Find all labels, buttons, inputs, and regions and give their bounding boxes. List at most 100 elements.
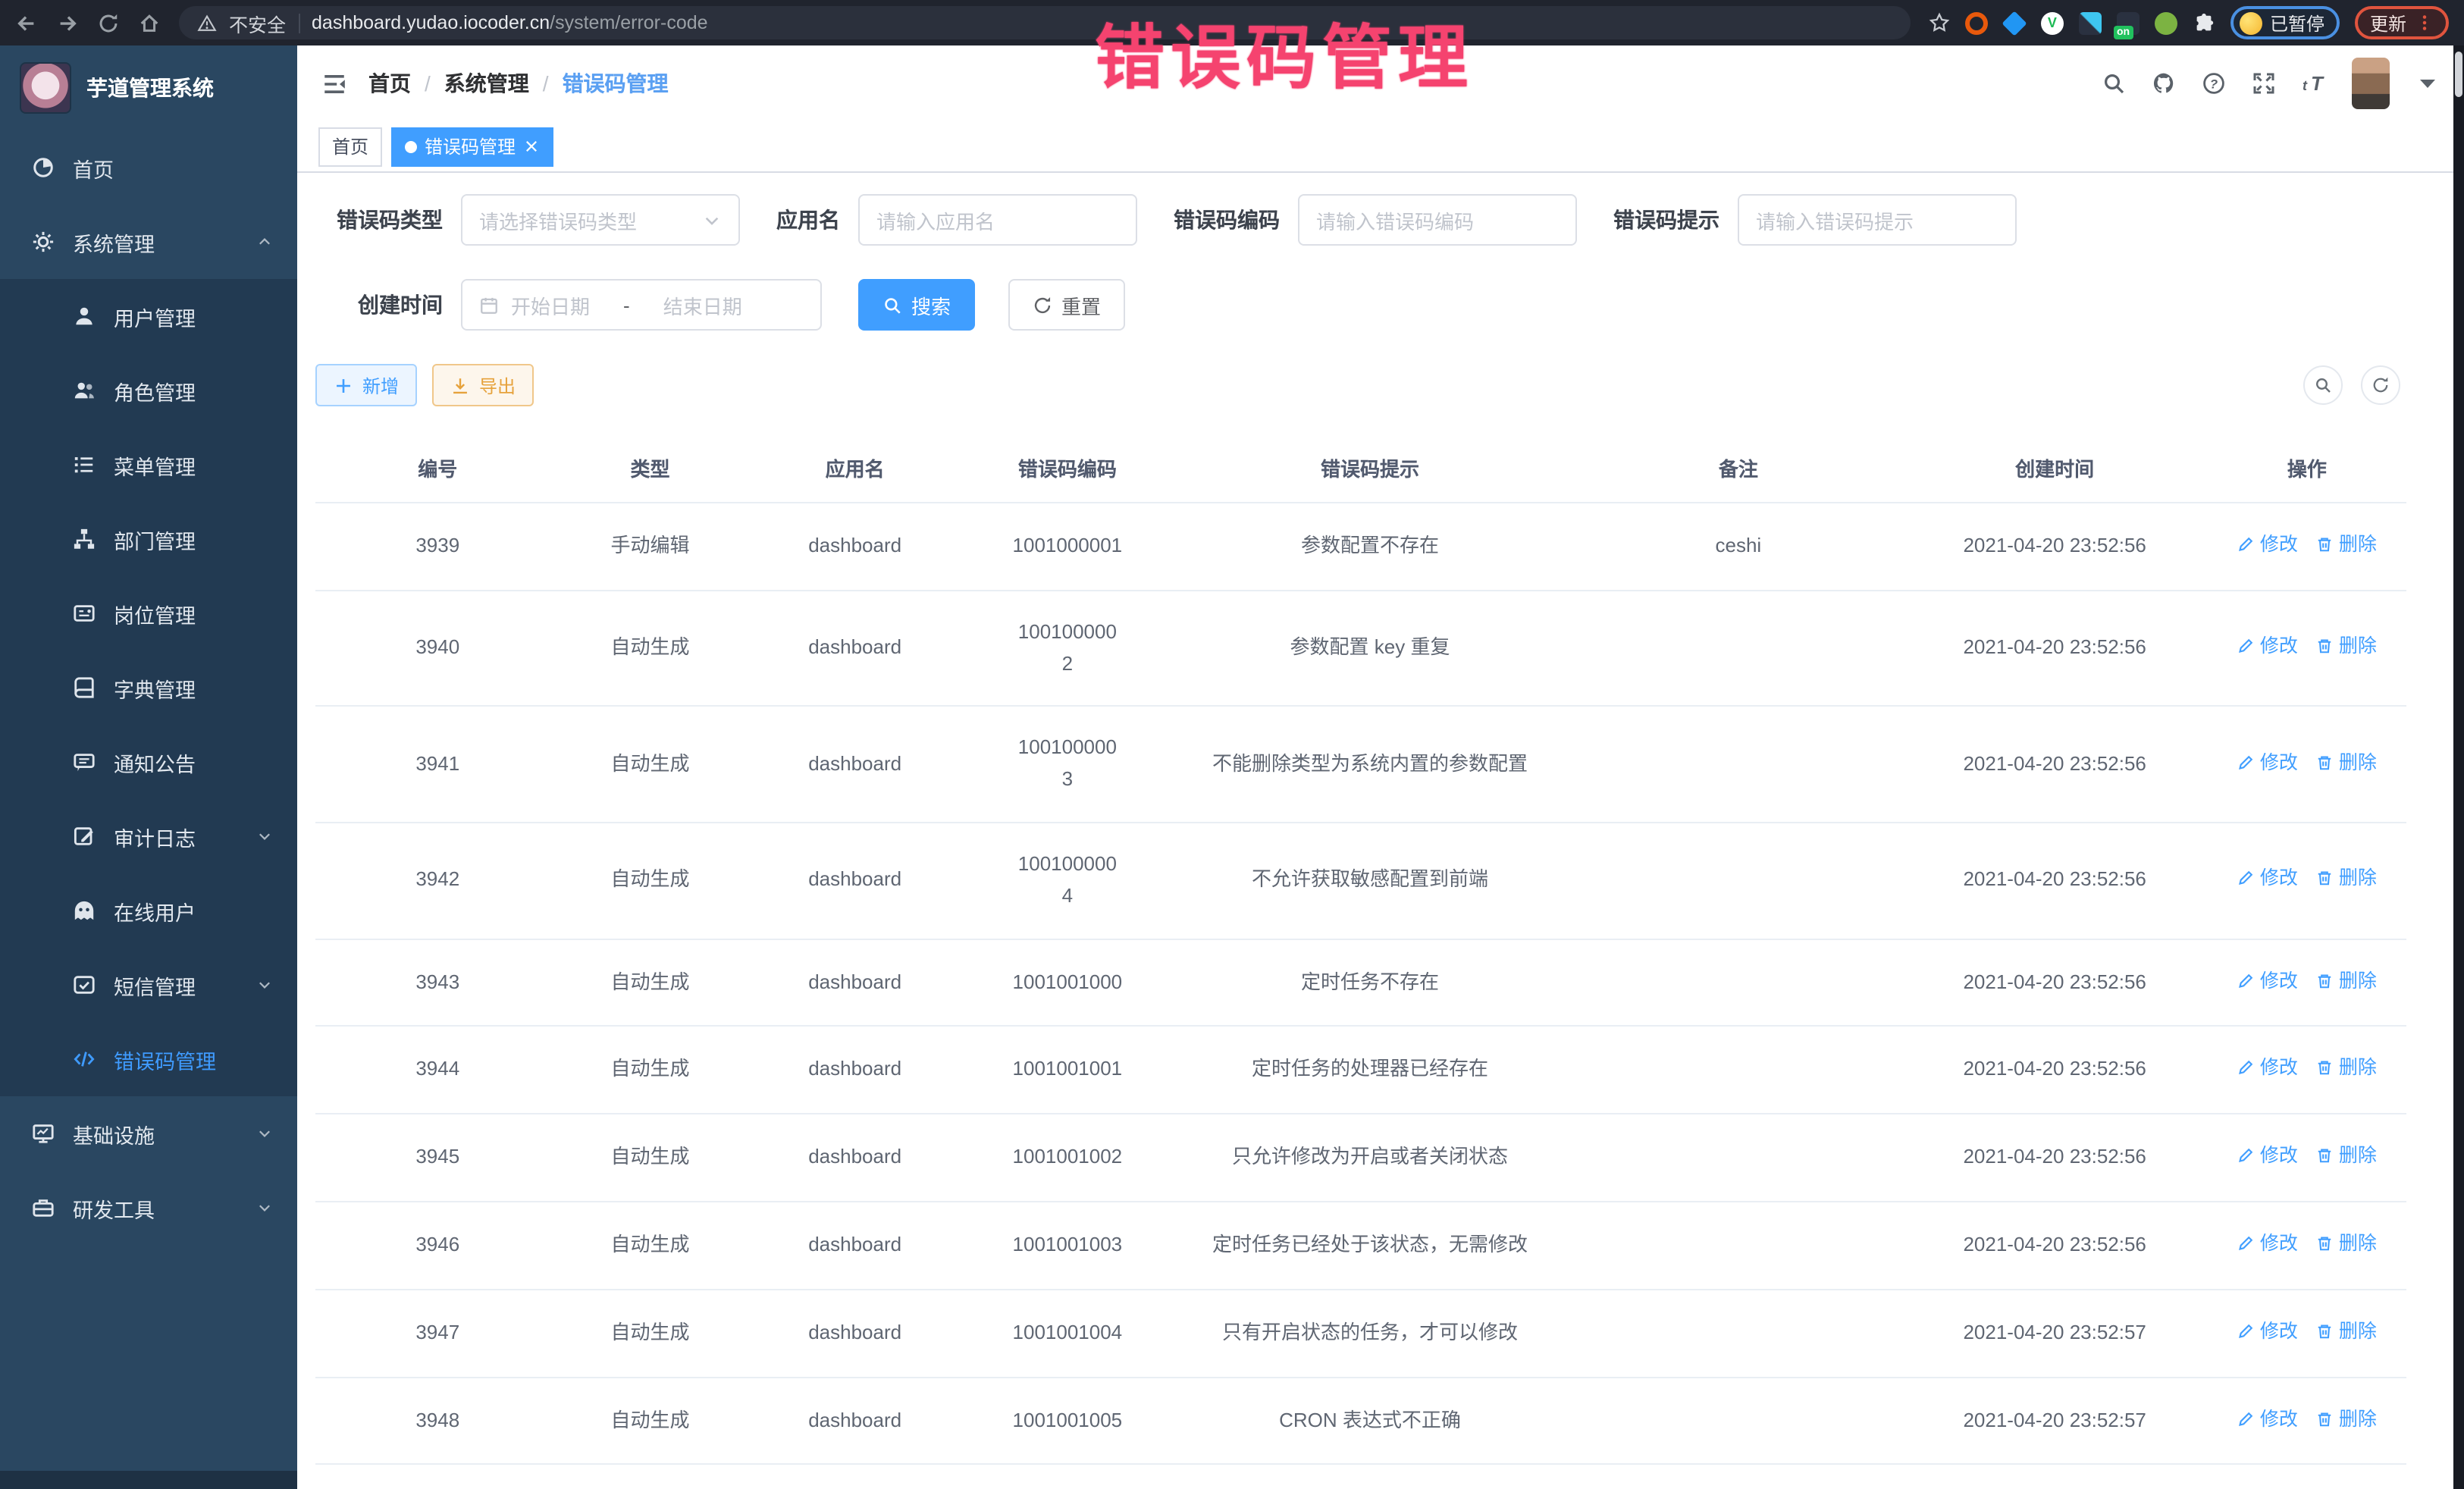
edit-link[interactable]: 修改 bbox=[2237, 1316, 2298, 1346]
extension-on-badge-icon[interactable]: on bbox=[2117, 11, 2140, 34]
edit-link[interactable]: 修改 bbox=[2237, 1228, 2298, 1259]
table-row: 3944自动生成dashboard1001001001定时任务的处理器已经存在2… bbox=[315, 1027, 2406, 1114]
edit-link[interactable]: 修改 bbox=[2237, 965, 2298, 995]
extension-grid-icon[interactable] bbox=[2079, 11, 2102, 34]
browser-right-controls: Von 已暂停 更新 bbox=[1929, 6, 2449, 39]
sidebar-item-错误码管理[interactable]: 错误码管理 bbox=[0, 1022, 297, 1096]
delete-link[interactable]: 删除 bbox=[2316, 1053, 2377, 1083]
edit-link[interactable]: 修改 bbox=[2237, 1140, 2298, 1171]
sidebar-item-通知公告[interactable]: 通知公告 bbox=[0, 725, 297, 799]
delete-link[interactable]: 删除 bbox=[2316, 864, 2377, 894]
cell-memo bbox=[1575, 1114, 1901, 1202]
active-dot-icon bbox=[405, 140, 417, 152]
cell-code: 1001000001 bbox=[970, 503, 1165, 591]
sidebar-item-短信管理[interactable]: 短信管理 bbox=[0, 948, 297, 1022]
edit-link[interactable]: 修改 bbox=[2237, 864, 2298, 894]
browser-home-icon[interactable] bbox=[138, 11, 161, 34]
edit-link[interactable]: 修改 bbox=[2237, 631, 2298, 661]
address-bar[interactable]: 不安全 dashboard.yudao.iocoder.cn/system/er… bbox=[179, 6, 1911, 39]
sidebar-item-菜单管理[interactable]: 菜单管理 bbox=[0, 428, 297, 502]
date-range-picker[interactable]: 开始日期 - 结束日期 bbox=[461, 279, 822, 331]
scrollbar-thumb[interactable] bbox=[2455, 52, 2462, 97]
notice-icon bbox=[73, 751, 96, 773]
edit-pencil-icon bbox=[2237, 637, 2256, 655]
profile-paused-chip[interactable]: 已暂停 bbox=[2230, 6, 2340, 39]
refresh-table-button[interactable] bbox=[2361, 365, 2400, 405]
breadcrumb-home[interactable]: 首页 bbox=[368, 68, 411, 99]
fullscreen-icon[interactable] bbox=[2252, 71, 2276, 96]
browser-update-button[interactable]: 更新 bbox=[2355, 6, 2449, 39]
delete-link[interactable]: 删除 bbox=[2316, 1403, 2377, 1434]
tab-home[interactable]: 首页 bbox=[318, 127, 382, 166]
extension-green-plant-icon[interactable] bbox=[2155, 11, 2177, 34]
browser-back-icon[interactable] bbox=[15, 11, 38, 34]
docs-help-icon[interactable]: ? bbox=[2202, 71, 2226, 96]
github-icon[interactable] bbox=[2152, 71, 2176, 96]
bookmark-star-icon[interactable] bbox=[1929, 12, 1950, 33]
delete-link[interactable]: 删除 bbox=[2316, 965, 2377, 995]
breadcrumb-system[interactable]: 系统管理 bbox=[444, 68, 529, 99]
delete-link[interactable]: 删除 bbox=[2316, 1228, 2377, 1259]
error-msg-input[interactable]: 请输入错误码提示 bbox=[1738, 194, 2017, 246]
extension-puzzle-icon[interactable] bbox=[2193, 11, 2215, 34]
delete-link[interactable]: 删除 bbox=[2316, 1316, 2377, 1346]
sidebar-item-label: 部门管理 bbox=[114, 524, 273, 554]
browser-menu-icon[interactable] bbox=[2415, 14, 2434, 32]
table-body: 3939手动编辑dashboard1001000001参数配置不存在ceshi2… bbox=[315, 503, 2406, 1465]
sidebar-collapse-bar[interactable] bbox=[0, 1471, 297, 1489]
cell-msg: 定时任务不存在 bbox=[1165, 939, 1575, 1027]
sidebar-item-在线用户[interactable]: 在线用户 bbox=[0, 873, 297, 948]
delete-link[interactable]: 删除 bbox=[2316, 529, 2377, 560]
browser-reload-icon[interactable] bbox=[97, 11, 120, 34]
user-menu-caret-icon[interactable] bbox=[2415, 71, 2440, 96]
sidebar-item-字典管理[interactable]: 字典管理 bbox=[0, 650, 297, 725]
reset-button[interactable]: 重置 bbox=[1008, 279, 1125, 331]
logo-image bbox=[20, 62, 71, 114]
tab-error-code[interactable]: 错误码管理 bbox=[391, 127, 553, 166]
edit-link[interactable]: 修改 bbox=[2237, 748, 2298, 778]
extension-orange-ring-icon[interactable] bbox=[1965, 11, 1988, 34]
sidebar-item-研发工具[interactable]: 研发工具 bbox=[0, 1171, 297, 1245]
sidebar-item-基础设施[interactable]: 基础设施 bbox=[0, 1096, 297, 1171]
cell-created: 2021-04-20 23:52:56 bbox=[1902, 939, 2208, 1027]
sidebar: 芋道管理系统 首页系统管理用户管理角色管理菜单管理部门管理岗位管理字典管理通知公… bbox=[0, 45, 297, 1489]
edit-link[interactable]: 修改 bbox=[2237, 529, 2298, 560]
font-size-icon[interactable]: tT bbox=[2302, 71, 2326, 96]
delete-link[interactable]: 删除 bbox=[2316, 748, 2377, 778]
cell-memo: ceshi bbox=[1575, 503, 1901, 591]
browser-forward-icon[interactable] bbox=[56, 11, 79, 34]
extension-blue-gem-icon[interactable] bbox=[2002, 10, 2027, 35]
error-type-select[interactable]: 请选择错误码类型 bbox=[461, 194, 740, 246]
add-button[interactable]: 新增 bbox=[315, 364, 417, 406]
export-button[interactable]: 导出 bbox=[432, 364, 534, 406]
sidebar-item-岗位管理[interactable]: 岗位管理 bbox=[0, 576, 297, 650]
sidebar-item-角色管理[interactable]: 角色管理 bbox=[0, 353, 297, 428]
edit-link[interactable]: 修改 bbox=[2237, 1403, 2298, 1434]
menu-fold-icon[interactable] bbox=[321, 71, 347, 96]
edit-link[interactable]: 修改 bbox=[2237, 1053, 2298, 1083]
app-name-input[interactable]: 请输入应用名 bbox=[858, 194, 1137, 246]
search-button[interactable]: 搜索 bbox=[858, 279, 975, 331]
sidebar-logo[interactable]: 芋道管理系统 bbox=[0, 45, 297, 130]
cell-app: dashboard bbox=[740, 1290, 969, 1378]
table-row: 3941自动生成dashboard1001000003不能删除类型为系统内置的参… bbox=[315, 707, 2406, 823]
avatar[interactable] bbox=[2352, 58, 2390, 109]
delete-link[interactable]: 删除 bbox=[2316, 1140, 2377, 1171]
sidebar-item-系统管理[interactable]: 系统管理 bbox=[0, 205, 297, 279]
sidebar-item-审计日志[interactable]: 审计日志 bbox=[0, 799, 297, 873]
toggle-search-button[interactable] bbox=[2303, 365, 2343, 405]
extension-green-v-icon[interactable]: V bbox=[2041, 11, 2064, 34]
cell-memo bbox=[1575, 823, 1901, 939]
header-search-icon[interactable] bbox=[2102, 71, 2126, 96]
infra-icon bbox=[32, 1122, 55, 1145]
delete-link[interactable]: 删除 bbox=[2316, 631, 2377, 661]
close-tab-icon[interactable] bbox=[523, 138, 540, 155]
sidebar-item-部门管理[interactable]: 部门管理 bbox=[0, 502, 297, 576]
edit-pencil-icon bbox=[2237, 1322, 2256, 1340]
sidebar-item-首页[interactable]: 首页 bbox=[0, 130, 297, 205]
cell-memo bbox=[1575, 1290, 1901, 1378]
sidebar-item-用户管理[interactable]: 用户管理 bbox=[0, 279, 297, 353]
cell-code: 1001001003 bbox=[970, 1202, 1165, 1290]
scrollbar[interactable] bbox=[2453, 45, 2464, 1489]
error-code-input[interactable]: 请输入错误码编码 bbox=[1298, 194, 1577, 246]
